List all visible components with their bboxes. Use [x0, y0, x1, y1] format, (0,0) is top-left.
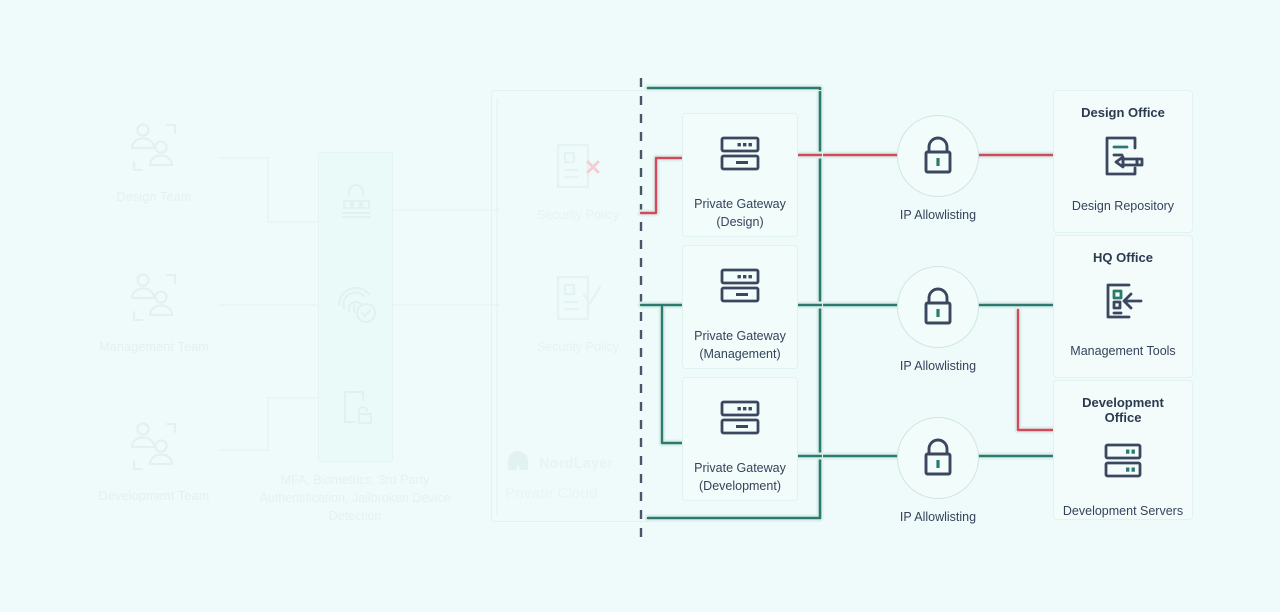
- gateway-design[interactable]: Private Gateway (Design): [682, 113, 798, 237]
- jailbroken-device-icon: [333, 384, 379, 435]
- gateway-label: Private Gateway (Design): [694, 197, 786, 229]
- policy-label: Security Policy: [537, 208, 619, 222]
- office-hq[interactable]: HQ Office Management Tools: [1053, 235, 1193, 378]
- users-group-icon: [79, 118, 229, 180]
- nordlayer-arc-logo: [505, 448, 531, 479]
- office-title: Design Office: [1081, 105, 1165, 120]
- office-title: HQ Office: [1093, 250, 1153, 265]
- policy-allowed-icon: [513, 262, 643, 334]
- server-rack-icon: [717, 264, 763, 315]
- allowlisting-label: IP Allowlisting: [899, 359, 977, 373]
- server-stack-icon: [1099, 437, 1147, 490]
- office-design[interactable]: Design Office Design Repository: [1053, 90, 1193, 233]
- fingerprint-check-icon: [333, 281, 379, 332]
- gateway-label: Private Gateway (Management): [694, 329, 786, 361]
- ip-allowlisting-management: IP Allowlisting: [873, 266, 1003, 373]
- security-policy-denied: Security Policy: [513, 130, 643, 222]
- office-development[interactable]: Development Office Development Servers: [1053, 380, 1193, 520]
- server-rack-icon: [717, 396, 763, 447]
- allowlisting-label: IP Allowlisting: [899, 510, 977, 524]
- document-pencil-icon: [1099, 132, 1147, 185]
- team-label: Management Team: [99, 340, 209, 354]
- authentication-caption: MFA, Biometrics, 3rd Party Authentificat…: [259, 473, 451, 523]
- users-group-icon: [79, 268, 229, 330]
- allowlisting-circle: [897, 417, 979, 499]
- list-arrow-in-icon: [1099, 277, 1147, 330]
- gateway-development[interactable]: Private Gateway (Development): [682, 377, 798, 501]
- team-label: Design Team: [116, 190, 192, 204]
- nordlayer-brand: NordLayer Private Cloud: [505, 448, 635, 502]
- brand-subtitle: Private Cloud: [505, 485, 598, 502]
- users-group-icon: [79, 417, 229, 479]
- team-development: Development Team: [79, 417, 229, 503]
- authentication-panel: [318, 152, 393, 462]
- gateway-label: Private Gateway (Development): [694, 461, 786, 493]
- allowlisting-label: IP Allowlisting: [899, 208, 977, 222]
- office-resource: Design Repository: [1071, 199, 1175, 213]
- policy-denied-icon: [513, 130, 643, 202]
- team-label: Development Team: [98, 489, 210, 503]
- office-resource: Management Tools: [1070, 344, 1176, 358]
- ip-allowlisting-design: IP Allowlisting: [873, 115, 1003, 222]
- policy-label: Security Policy: [537, 340, 619, 354]
- ip-allowlisting-development: IP Allowlisting: [873, 417, 1003, 524]
- office-title: Development Office: [1082, 395, 1164, 425]
- diagram-canvas: Design Team Management Team Development …: [0, 0, 1280, 612]
- office-resource: Development Servers: [1062, 504, 1184, 518]
- gateway-management[interactable]: Private Gateway (Management): [682, 245, 798, 369]
- allowlisting-circle: [897, 115, 979, 197]
- allowlisting-circle: [897, 266, 979, 348]
- team-management: Management Team: [79, 268, 229, 354]
- password-lock-icon: [333, 179, 379, 230]
- brand-name: NordLayer: [539, 455, 614, 472]
- team-design: Design Team: [79, 118, 229, 204]
- server-rack-icon: [717, 132, 763, 183]
- security-policy-allowed: Security Policy: [513, 262, 643, 354]
